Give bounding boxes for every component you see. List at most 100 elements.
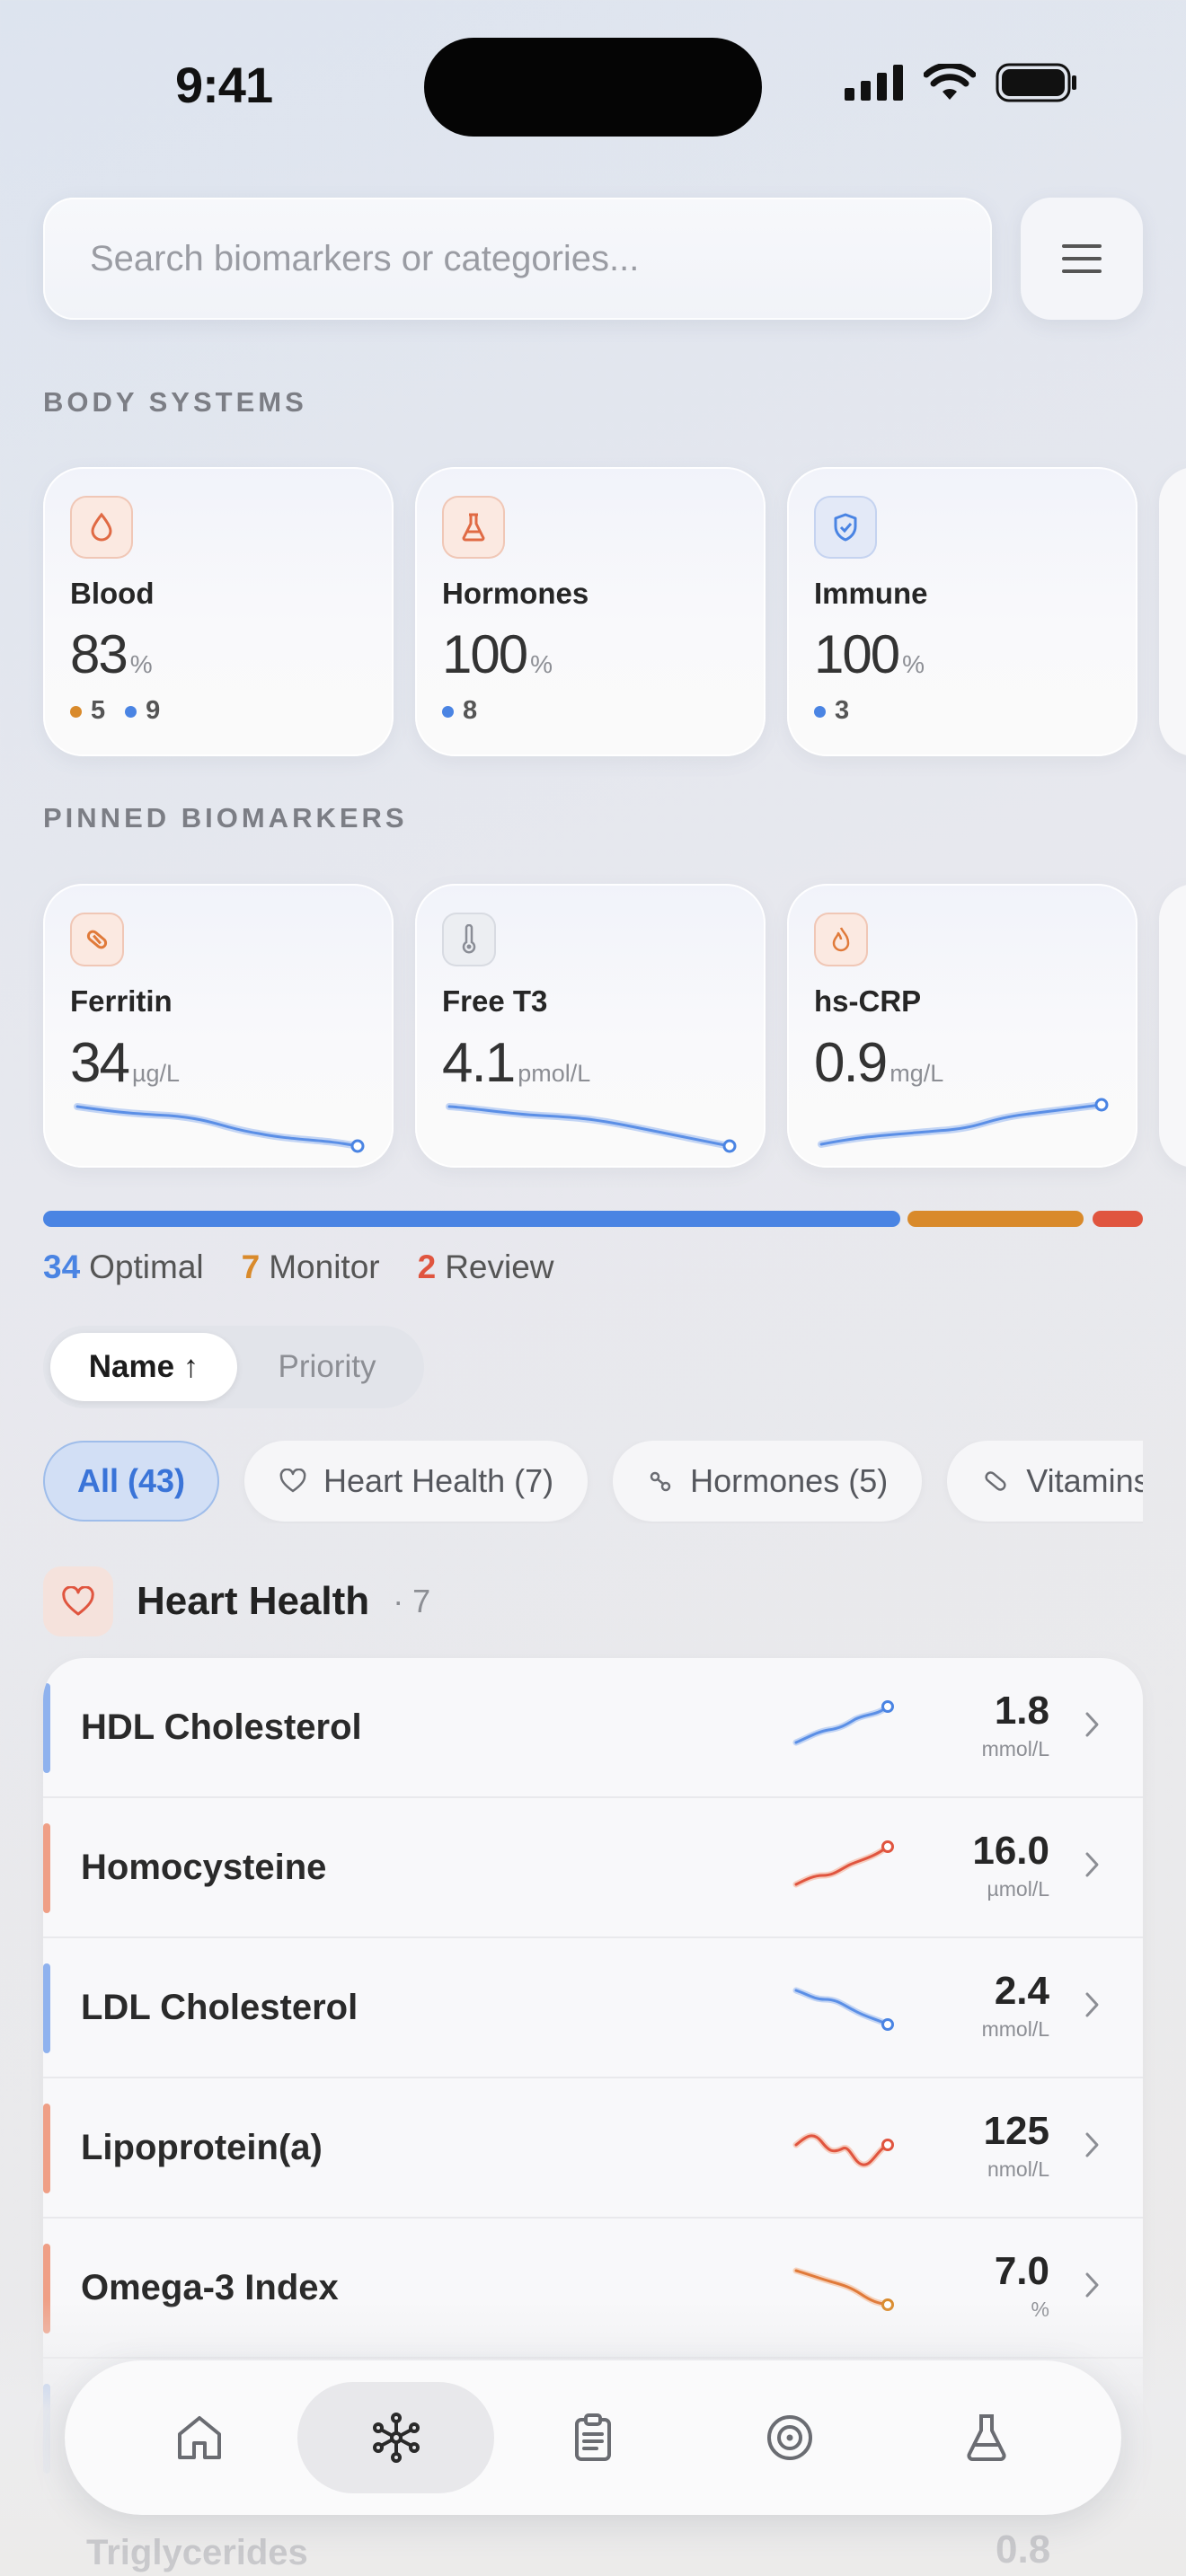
legend-review[interactable]: 2 Review: [418, 1248, 554, 1286]
dynamic-island: [424, 38, 762, 137]
status-stripe: [43, 1963, 50, 2053]
flask-icon: [442, 496, 505, 559]
status-counts: 5 9: [70, 696, 367, 726]
home-icon: [177, 2416, 221, 2459]
pinned-card-peek[interactable]: [1159, 884, 1186, 1168]
heart-icon: [279, 1469, 306, 1493]
list-item[interactable]: HDL Cholesterol 1.8 mmol/L: [43, 1658, 1143, 1798]
flame-icon: [814, 913, 868, 966]
group-header: Heart Health · 7: [43, 1566, 430, 1636]
monitor-count: 5: [70, 696, 105, 726]
molecule-icon: [650, 1471, 671, 1492]
status-distribution-bar: [43, 1211, 1143, 1227]
tab-biomarkers[interactable]: [297, 2382, 495, 2493]
biomarker-name-faded: Triglycerides: [86, 2533, 308, 2572]
biomarker-value: 34 µg/L: [70, 1032, 181, 1094]
biomarker-name: Lipoprotein(a): [81, 2127, 323, 2167]
thermometer-icon: [442, 913, 496, 966]
pill-icon: [70, 913, 124, 966]
sort-by-priority[interactable]: Priority: [237, 1333, 417, 1401]
chevron-right-icon: [1085, 1712, 1099, 1737]
list-item[interactable]: LDL Cholesterol 2.4 mmol/L: [43, 1938, 1143, 2078]
optimal-count: 3: [814, 696, 849, 726]
flask-icon: [967, 2414, 1006, 2461]
clipboard-icon: [575, 2413, 611, 2461]
system-card-peek[interactable]: [1159, 467, 1186, 756]
biomarker-value: 0.9 mg/L: [814, 1032, 944, 1094]
status-icons: [845, 63, 1078, 102]
sort-by-name[interactable]: Name ↑: [50, 1333, 237, 1401]
pinned-row: Ferritin 34 µg/L Free T3 4.1 pmol/L hs-CRP…: [43, 884, 1186, 1168]
pinned-card-ferritin[interactable]: Ferritin 34 µg/L: [43, 884, 394, 1168]
pinned-biomarkers-label: PINNED BIOMARKERS: [43, 802, 408, 834]
system-card-immune[interactable]: Immune 100% 3: [787, 467, 1137, 756]
system-card-blood[interactable]: Blood 83% 5 9: [43, 467, 394, 756]
filter-chip-heart-health[interactable]: Heart Health (7): [244, 1441, 589, 1522]
filter-chips: All (43) Heart Health (7) Hormones (5) V…: [43, 1441, 1143, 1523]
biomarker-name: hs-CRP: [814, 984, 922, 1018]
status-counts: 8: [442, 696, 739, 726]
sort-toggle: Name ↑ Priority: [43, 1326, 424, 1408]
group-title: Heart Health: [137, 1579, 370, 1623]
list-item[interactable]: Lipoprotein(a) 125 nmol/L: [43, 2078, 1143, 2219]
target-icon: [767, 2415, 813, 2460]
biomarker-name: HDL Cholesterol: [81, 1707, 362, 1747]
group-count: · 7: [393, 1583, 431, 1619]
status-bar: 9:41: [0, 0, 1186, 171]
wifi-icon: [924, 64, 976, 100]
trend-sparkline: [792, 1987, 894, 2031]
optimal-count: 9: [125, 696, 160, 726]
biomarker-value: 125 nmol/L: [983, 2109, 1049, 2181]
menu-icon: [1062, 244, 1102, 273]
optimal-segment: [43, 1211, 900, 1227]
filter-chip-all[interactable]: All (43): [43, 1441, 220, 1522]
biomarker-name: LDL Cholesterol: [81, 1987, 358, 2027]
trend-sparkline: [818, 1098, 1109, 1148]
biomarker-value-faded: 0.8: [996, 2527, 1051, 2572]
tab-lab[interactable]: [889, 2382, 1085, 2493]
legend-monitor[interactable]: 7 Monitor: [242, 1248, 380, 1286]
drop-icon: [70, 496, 133, 559]
body-systems-row: Blood 83% 5 9 Hormones 100% 8 Immune 100…: [43, 467, 1186, 756]
status-time: 9:41: [175, 57, 273, 113]
body-systems-label: BODY SYSTEMS: [43, 386, 307, 418]
chevron-right-icon: [1085, 1992, 1099, 2017]
status-stripe: [43, 1823, 50, 1913]
biomarker-name: Ferritin: [70, 984, 173, 1018]
tab-goals[interactable]: [692, 2382, 889, 2493]
search-input[interactable]: [90, 238, 947, 279]
trend-sparkline: [792, 2132, 894, 2168]
search-box[interactable]: [43, 198, 992, 320]
system-score: 100%: [814, 624, 925, 684]
biomarker-value: 2.4 mmol/L: [981, 1969, 1049, 2041]
chevron-right-icon: [1085, 1852, 1099, 1877]
system-card-hormones[interactable]: Hormones 100% 8: [415, 467, 766, 756]
trend-sparkline: [74, 1103, 365, 1153]
status-stripe: [43, 2104, 50, 2193]
pinned-card-hs-crp[interactable]: hs-CRP 0.9 mg/L: [787, 884, 1137, 1168]
chevron-right-icon: [1085, 2272, 1099, 2298]
filter-chip-vitamins[interactable]: Vitamins: [947, 1441, 1143, 1522]
heart-icon: [43, 1566, 113, 1636]
pill-icon: [985, 1471, 1006, 1491]
tab-bar: [65, 2360, 1121, 2515]
trend-sparkline: [792, 1700, 894, 1746]
network-icon: [372, 2413, 420, 2463]
system-score: 83%: [70, 624, 153, 684]
battery-icon: [996, 63, 1076, 102]
list-item[interactable]: Homocysteine 16.0 µmol/L: [43, 1798, 1143, 1938]
system-name: Immune: [814, 577, 928, 610]
system-name: Blood: [70, 577, 155, 610]
legend-optimal[interactable]: 34 Optimal: [43, 1248, 204, 1286]
pinned-card-free-t3[interactable]: Free T3 4.1 pmol/L: [415, 884, 766, 1168]
system-score: 100%: [442, 624, 553, 684]
trend-sparkline: [446, 1103, 737, 1153]
trend-sparkline: [792, 1840, 894, 1888]
filter-chip-hormones[interactable]: Hormones (5): [613, 1441, 923, 1522]
tab-reports[interactable]: [494, 2382, 691, 2493]
tab-home[interactable]: [101, 2382, 297, 2493]
cellular-signal-icon: [845, 65, 903, 101]
menu-button[interactable]: [1021, 198, 1143, 320]
status-legend: 34 Optimal 7 Monitor 2 Review: [43, 1248, 554, 1286]
shield-icon: [814, 496, 877, 559]
